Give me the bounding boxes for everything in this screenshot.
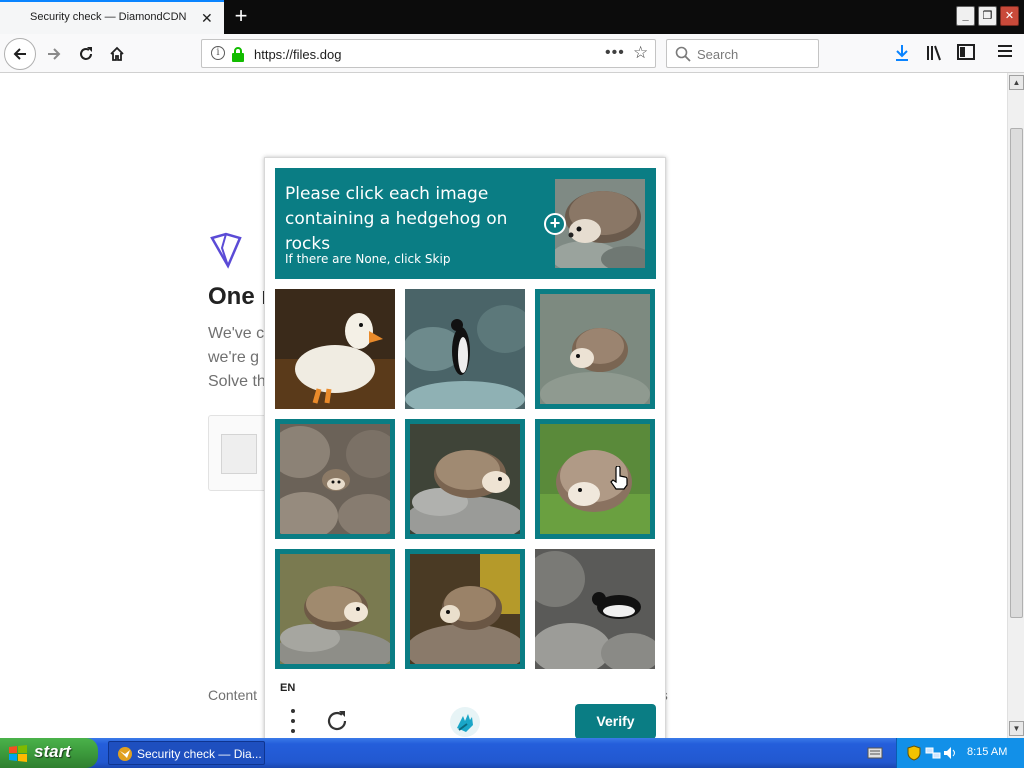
hand-pointer-cursor-icon (610, 466, 628, 490)
forward-button[interactable] (40, 40, 68, 68)
captcha-tile-hedgehog[interactable] (535, 289, 655, 409)
home-icon (110, 46, 124, 61)
hamburger-menu-icon[interactable] (995, 44, 1015, 64)
hedgehog-image (540, 424, 650, 534)
restore-icon: ❐ (982, 10, 993, 22)
captcha-tile-hedgehog[interactable] (405, 549, 525, 669)
taskbar-window-button[interactable]: Security check — Dia... (108, 741, 265, 765)
penguin-image (535, 549, 655, 669)
minimize-icon: _ (962, 10, 969, 22)
browser-app-icon (118, 747, 132, 761)
page-text-line: we're g (208, 349, 260, 366)
hedgehog-image (280, 424, 390, 534)
hedgehog-image (280, 554, 390, 664)
window-restore-button[interactable]: ❐ (978, 6, 997, 26)
captcha-prompt-text: Please click each image containing a hed… (285, 184, 508, 254)
duck-image (275, 289, 395, 409)
download-arrow-icon (896, 45, 908, 61)
tab-title: Security check — DiamondCDN (30, 11, 187, 23)
new-tab-button[interactable]: + (231, 5, 251, 27)
refresh-icon[interactable] (325, 709, 349, 733)
page-footer-text: Content (208, 687, 258, 703)
captcha-brand-hand-icon[interactable] (449, 706, 481, 738)
reload-icon (80, 47, 92, 60)
library-icon[interactable] (924, 44, 944, 64)
volume-icon[interactable] (943, 745, 957, 761)
captcha-prompt-subtext: If there are None, click Skip (285, 252, 451, 266)
url-text[interactable]: https://files.dog (254, 47, 341, 62)
captcha-tile-duck[interactable] (275, 289, 395, 409)
clock: 8:15 AM (967, 746, 1008, 758)
scroll-up-arrow-icon[interactable]: ▲ (1009, 75, 1024, 90)
captcha-tile-hedgehog[interactable] (535, 419, 655, 539)
page-actions-icon[interactable]: ••• (605, 44, 625, 62)
bookmark-star-icon[interactable]: ☆ (633, 43, 648, 63)
site-info-icon[interactable]: i (211, 46, 225, 60)
menu-lines-icon (998, 45, 1012, 57)
verify-button[interactable]: Verify (575, 704, 656, 739)
page-heading: One r (208, 283, 271, 310)
library-books-icon (927, 45, 941, 61)
captcha-tile-penguin[interactable] (405, 289, 525, 409)
network-icon[interactable] (925, 745, 941, 761)
window-minimize-button[interactable]: _ (956, 6, 975, 26)
taskbar-window-label: Security check — Dia... (137, 747, 262, 761)
start-label: start (34, 742, 71, 761)
keyboard-icon[interactable] (867, 746, 883, 760)
security-shield-icon[interactable] (907, 745, 921, 761)
language-selector[interactable]: EN (280, 682, 295, 694)
browser-tab-active[interactable]: Security check — DiamondCDN ✕ (0, 0, 224, 34)
back-button[interactable] (4, 38, 36, 70)
download-icon[interactable] (892, 44, 912, 64)
browser-tab-strip: Security check — DiamondCDN ✕ + _ ❐ ✕ (0, 0, 1024, 34)
diamond-logo-icon (210, 232, 242, 269)
close-icon: ✕ (1004, 10, 1015, 22)
search-bar[interactable]: Search (666, 39, 819, 68)
system-tray: 8:15 AM (867, 738, 1024, 768)
hedgehog-image (410, 554, 520, 664)
lock-icon[interactable] (231, 46, 245, 62)
page-scrollbar[interactable]: ▲ ▼ (1007, 73, 1024, 738)
captcha-tile-hedgehog[interactable] (275, 549, 395, 669)
arrow-right-icon (48, 48, 61, 60)
tab-close-icon[interactable]: ✕ (201, 10, 213, 26)
add-sample-icon[interactable]: + (544, 213, 566, 235)
hedgehog-image (540, 294, 650, 404)
captcha-tile-penguin[interactable] (535, 549, 655, 669)
captcha-tile-hedgehog[interactable] (275, 419, 395, 539)
challenge-checkbox[interactable] (221, 434, 257, 474)
arrow-left-icon (13, 48, 26, 60)
start-button[interactable]: start (0, 738, 98, 768)
windows-logo-icon (9, 745, 27, 762)
reload-button[interactable] (72, 40, 100, 68)
address-bar[interactable]: i https://files.dog ••• ☆ (201, 39, 656, 68)
sidebar-panel-icon (957, 44, 975, 60)
scrollbar-thumb[interactable] (1010, 128, 1023, 618)
search-placeholder[interactable]: Search (697, 47, 738, 62)
search-icon (675, 46, 691, 62)
window-close-button[interactable]: ✕ (1000, 6, 1019, 26)
navigation-toolbar: i https://files.dog ••• ☆ Search (0, 34, 1024, 73)
captcha-tile-hedgehog[interactable] (405, 419, 525, 539)
windows-taskbar: start Security check — Dia... 8:15 AM (0, 738, 1024, 768)
sample-hedgehog-image (555, 179, 645, 268)
captcha-dialog: Please click each image containing a hed… (264, 157, 666, 747)
scroll-down-arrow-icon[interactable]: ▼ (1009, 721, 1024, 736)
more-options-icon[interactable] (288, 708, 298, 734)
home-button[interactable] (103, 40, 131, 68)
page-text-line: Solve th (208, 373, 266, 390)
captcha-prompt-banner: Please click each image containing a hed… (275, 168, 656, 279)
penguin-image (405, 289, 525, 409)
page-text-line: We've c (208, 325, 265, 342)
sidebar-icon[interactable] (956, 44, 976, 64)
hedgehog-image (410, 424, 520, 534)
